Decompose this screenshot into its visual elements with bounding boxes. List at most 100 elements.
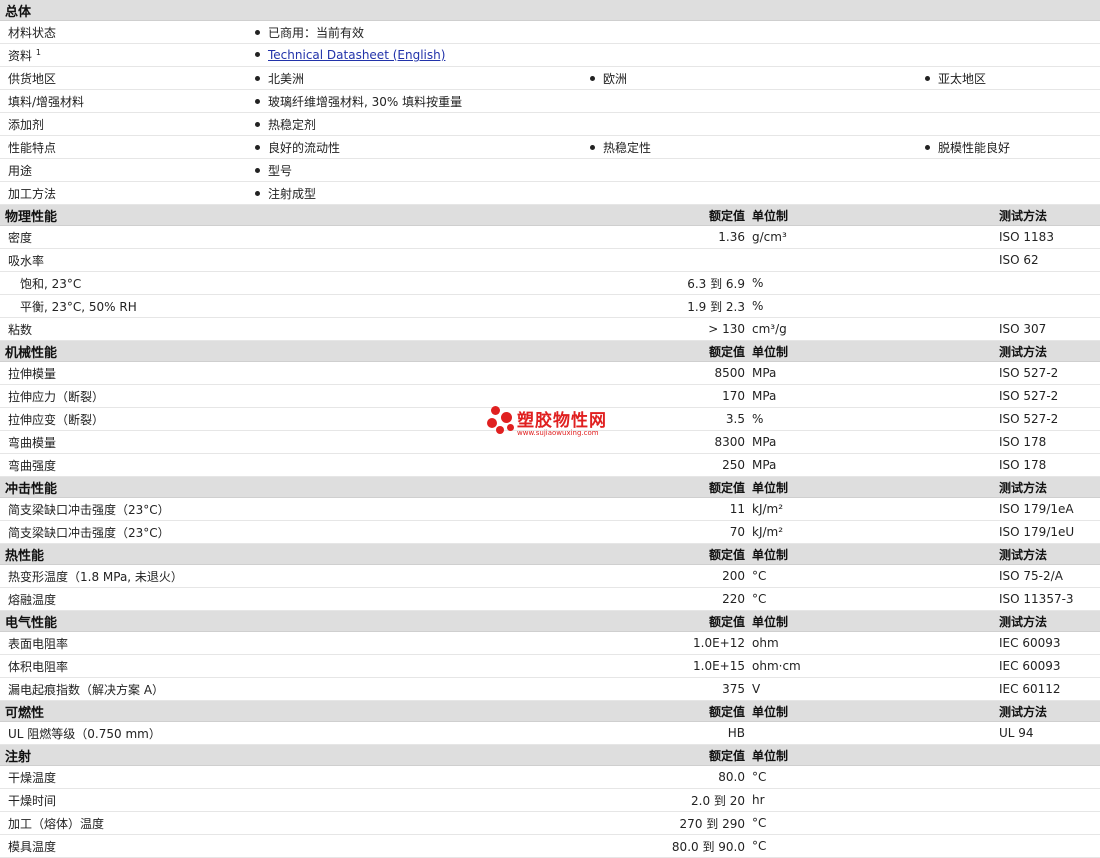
property-label: 漏电起痕指数（解决方案 A） <box>0 677 505 701</box>
property-unit <box>751 721 999 745</box>
nominal-header: 额定值 <box>505 744 751 766</box>
property-unit: % <box>751 271 999 295</box>
properties-table: 物理性能 额定值 单位制 测试方法 密度 1.36 g/cm³ ISO 1183 吸水率 ISO … <box>0 205 1100 858</box>
property-row: 简支梁缺口冲击强度（23°C） 70 kJ/m² ISO 179/1eU <box>0 520 1100 544</box>
nominal-header: 额定值 <box>505 476 751 498</box>
test-method <box>999 294 1100 318</box>
bullet-icon <box>255 121 260 127</box>
property-value: 11 <box>505 497 751 521</box>
property-label: 加工（熔体）温度 <box>0 811 505 835</box>
property-unit: V <box>751 677 999 701</box>
row-item-text: 热稳定剂 <box>268 117 317 132</box>
property-unit: g/cm³ <box>751 225 999 249</box>
property-row: 粘数 > 130 cm³/g ISO 307 <box>0 317 1100 341</box>
property-unit: °C <box>751 811 999 835</box>
datasheet-link[interactable]: Technical Datasheet (English) <box>268 48 445 62</box>
row-item: 玻璃纤维增强材料, 30% 填料按重量 <box>253 89 1100 113</box>
property-label: 熔融温度 <box>0 587 505 611</box>
property-unit: % <box>751 407 999 431</box>
property-unit: hr <box>751 788 999 812</box>
property-value: 270 到 290 <box>505 811 751 835</box>
property-row: 熔融温度 220 °C ISO 11357-3 <box>0 587 1100 611</box>
property-label: 拉伸应力（断裂） <box>0 384 505 408</box>
property-value: 6.3 到 6.9 <box>505 271 751 295</box>
property-value: 250 <box>505 453 751 477</box>
general-row: 性能特点 良好的流动性 热稳定性 脱模性能良好 <box>0 135 1100 159</box>
row-item: 脱模性能良好 <box>923 135 1100 159</box>
property-row: 表面电阻率 1.0E+12 ohm IEC 60093 <box>0 631 1100 655</box>
property-value <box>505 248 751 272</box>
property-label: 饱和, 23°C <box>0 271 505 295</box>
row-label: 资料 1 <box>0 43 253 67</box>
nominal-header: 额定值 <box>505 205 751 226</box>
unit-header: 单位制 <box>751 610 999 632</box>
unit-header: 单位制 <box>751 744 999 766</box>
test-method <box>999 788 1100 812</box>
datasheet-table: 总体 材料状态 已商用：当前有效 资料 1 Technical Datasheet (E… <box>0 0 1100 205</box>
row-item: 已商用：当前有效 <box>253 20 1100 44</box>
section-title: 冲击性能 <box>0 476 505 498</box>
row-label-text: 用途 <box>8 163 33 178</box>
property-value: 1.36 <box>505 225 751 249</box>
bullet-icon <box>255 98 260 104</box>
property-row: 拉伸模量 8500 MPa ISO 527-2 <box>0 361 1100 385</box>
section-title: 注射 <box>0 744 505 766</box>
row-item: 北美洲 <box>253 66 588 90</box>
property-label: UL 阻燃等级（0.750 mm） <box>0 721 505 745</box>
section-header: 热性能 额定值 单位制 测试方法 <box>0 543 1100 565</box>
test-method: ISO 75-2/A <box>999 564 1100 588</box>
property-row: 模具温度 80.0 到 90.0 °C <box>0 834 1100 858</box>
row-label: 材料状态 <box>0 20 253 44</box>
bullet-icon <box>590 144 595 150</box>
property-row: 吸水率 ISO 62 <box>0 248 1100 272</box>
test-method <box>999 811 1100 835</box>
watermark-logo: 塑胶物性网 www.sujiaowuxing.com <box>487 404 617 444</box>
section-header: 冲击性能 额定值 单位制 测试方法 <box>0 476 1100 498</box>
row-label-text: 资料 <box>8 48 33 63</box>
section-header: 注射 额定值 单位制 <box>0 744 1100 766</box>
property-row: 干燥时间 2.0 到 20 hr <box>0 788 1100 812</box>
row-label: 供货地区 <box>0 66 253 90</box>
row-label: 加工方法 <box>0 181 253 205</box>
properties-section: 物理性能 额定值 单位制 测试方法 密度 1.36 g/cm³ ISO 1183 吸水率 ISO … <box>0 205 1100 858</box>
row-item: 亚太地区 <box>923 66 1100 90</box>
property-value: 1.0E+15 <box>505 654 751 678</box>
property-row: 饱和, 23°C 6.3 到 6.9% <box>0 271 1100 295</box>
property-unit: MPa <box>751 384 999 408</box>
general-row: 填料/增强材料 玻璃纤维增强材料, 30% 填料按重量 <box>0 89 1100 113</box>
row-item: 注射成型 <box>253 181 1100 205</box>
general-row: 加工方法 注射成型 <box>0 181 1100 205</box>
property-unit: °C <box>751 765 999 789</box>
property-unit: MPa <box>751 361 999 385</box>
property-value: 200 <box>505 564 751 588</box>
property-unit: °C <box>751 564 999 588</box>
test-method: ISO 179/1eA <box>999 497 1100 521</box>
bullet-icon <box>255 29 260 35</box>
bullet-icon <box>255 167 260 173</box>
test-method <box>999 271 1100 295</box>
test-method: ISO 179/1eU <box>999 520 1100 544</box>
row-item-text: 欧洲 <box>603 71 628 86</box>
bullet-icon <box>925 75 930 81</box>
unit-header: 单位制 <box>751 700 999 722</box>
property-label: 干燥时间 <box>0 788 505 812</box>
row-label: 添加剂 <box>0 112 253 136</box>
property-unit: cm³/g <box>751 317 999 341</box>
test-method <box>999 765 1100 789</box>
property-label: 体积电阻率 <box>0 654 505 678</box>
test-method: ISO 178 <box>999 430 1100 454</box>
property-value: 1.0E+12 <box>505 631 751 655</box>
bullet-icon <box>590 75 595 81</box>
property-value: HB <box>505 721 751 745</box>
test-method: UL 94 <box>999 721 1100 745</box>
general-row: 添加剂 热稳定剂 <box>0 112 1100 136</box>
test-method: ISO 1183 <box>999 225 1100 249</box>
general-row: 用途 型号 <box>0 158 1100 182</box>
section-title: 物理性能 <box>0 205 505 226</box>
property-label: 弯曲模量 <box>0 430 505 454</box>
row-label-text: 添加剂 <box>8 117 45 132</box>
nominal-header: 额定值 <box>505 543 751 565</box>
unit-header: 单位制 <box>751 543 999 565</box>
property-label: 平衡, 23°C, 50% RH <box>0 294 505 318</box>
row-item-text: 亚太地区 <box>938 71 987 86</box>
